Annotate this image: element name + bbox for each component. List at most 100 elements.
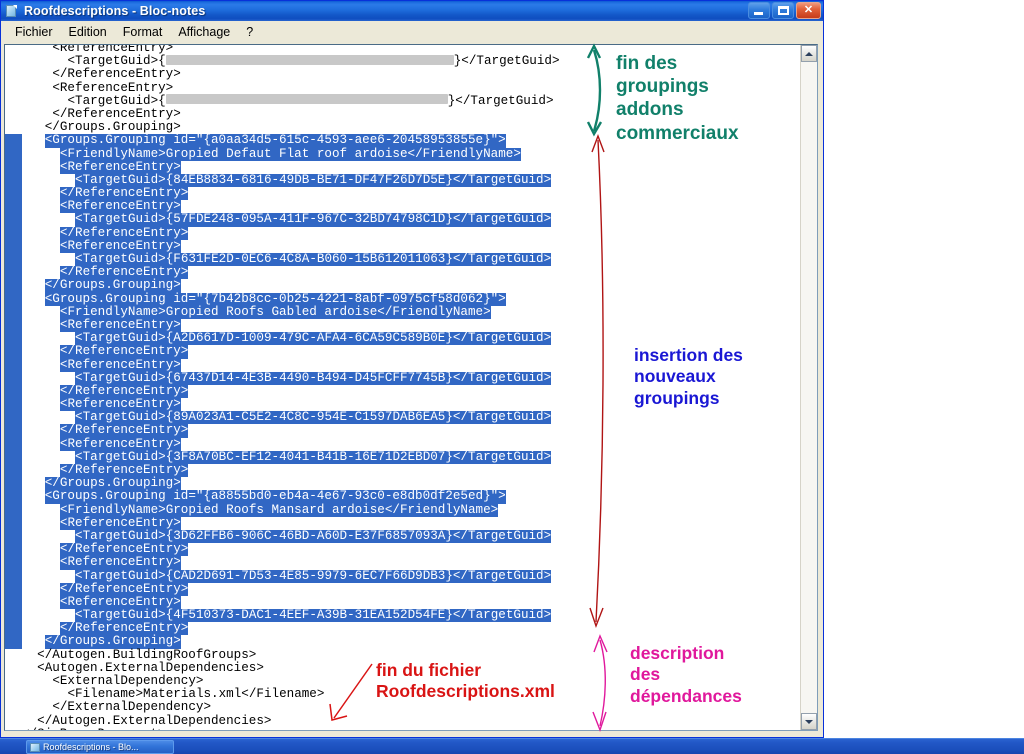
code-text: <Filename>Materials.xml</Filename> <box>67 687 325 702</box>
selection-gutter <box>5 239 22 253</box>
code-text: </ReferenceEntry> <box>52 106 181 121</box>
window-title: Roofdescriptions - Bloc-notes <box>24 4 206 18</box>
selection-gutter <box>5 556 22 570</box>
code-text: </ReferenceEntry> <box>59 225 189 240</box>
selection-gutter <box>5 595 22 610</box>
code-text: }</TargetGuid> <box>453 54 560 69</box>
scroll-up-button[interactable] <box>801 45 817 62</box>
xml-content: <ReferenceEntry> <TargetGuid>{}</TargetGu… <box>5 45 800 730</box>
selection-gutter <box>5 529 22 544</box>
selection-gutter <box>5 160 22 174</box>
selection-gutter <box>5 384 22 399</box>
selection-gutter <box>5 292 22 306</box>
maximize-button[interactable] <box>772 2 794 19</box>
selection-gutter <box>5 173 22 188</box>
code-line: <Groups.Grouping id="{a0aa34d5-615c-4593… <box>5 133 800 148</box>
code-text: <ReferenceEntry> <box>59 159 181 174</box>
selection-gutter <box>5 358 22 372</box>
code-text: <ReferenceEntry> <box>52 80 174 95</box>
selection-gutter <box>5 609 22 623</box>
notepad-document-icon <box>30 742 40 752</box>
selection-gutter <box>5 635 22 649</box>
code-text: <ExternalDependency> <box>52 674 204 688</box>
scrollbar-track[interactable] <box>801 62 817 713</box>
code-text: <FriendlyName>Gropied Defaut Flat roof a… <box>59 146 521 161</box>
selection-gutter <box>5 253 22 267</box>
selection-gutter <box>5 450 22 464</box>
code-text: </Autogen.ExternalDependencies> <box>37 713 272 728</box>
minimize-button[interactable] <box>748 2 770 19</box>
scroll-up-icon <box>805 51 813 56</box>
code-line: </ReferenceEntry> <box>5 423 800 438</box>
code-text: <ReferenceEntry> <box>59 357 181 372</box>
code-line: </ReferenceEntry> <box>5 225 800 240</box>
selection-gutter <box>5 569 22 583</box>
vertical-scrollbar[interactable] <box>800 45 817 730</box>
code-line: <ReferenceEntry> <box>5 159 800 174</box>
editor-client-area: <ReferenceEntry> <TargetGuid>{}</TargetGu… <box>4 44 818 731</box>
code-text: <FriendlyName>Gropied Roofs Gabled ardoi… <box>59 304 491 319</box>
selection-gutter <box>5 477 22 491</box>
code-line: <ReferenceEntry> <box>5 515 800 530</box>
selection-gutter <box>5 305 22 319</box>
taskbar-button-notepad[interactable]: Roofdescriptions - Blo... <box>26 740 174 754</box>
menu-item-format[interactable]: Format <box>115 23 171 41</box>
menu-item-help[interactable]: ? <box>238 23 261 41</box>
menu-item-fichier[interactable]: Fichier <box>7 23 61 41</box>
code-text: <Groups.Grouping id="{a0aa34d5-615c-4593… <box>44 133 506 148</box>
menu-item-edition[interactable]: Edition <box>61 23 115 41</box>
notepad-window: Roofdescriptions - Bloc-notes ✕ Fichier … <box>0 0 824 738</box>
selection-gutter <box>5 464 22 478</box>
selection-gutter <box>5 516 22 530</box>
code-line: <TargetGuid>{CAD2D691-7D53-4E85-9979-6EC… <box>5 569 800 583</box>
selection-gutter <box>5 490 22 504</box>
selection-gutter <box>5 543 22 557</box>
code-text: <TargetGuid>{ <box>67 93 166 108</box>
code-text: }</TargetGuid> <box>447 93 554 108</box>
code-line: <TargetGuid>{67437D14-4E3B-4490-B494-D45… <box>5 370 800 385</box>
selection-gutter <box>5 134 22 148</box>
close-button[interactable]: ✕ <box>796 2 821 19</box>
redacted-guid <box>165 54 454 65</box>
selection-gutter <box>5 332 22 346</box>
code-line: <FriendlyName>Gropied Roofs Gabled ardoi… <box>5 304 800 319</box>
window-titlebar[interactable]: Roofdescriptions - Bloc-notes ✕ <box>1 1 823 21</box>
selection-gutter <box>5 200 22 214</box>
code-text: </ReferenceEntry> <box>59 423 189 438</box>
code-line: <ReferenceEntry> <box>5 357 800 372</box>
code-text: </Groups.Grouping> <box>44 278 181 293</box>
code-line: <FriendlyName>Gropied Defaut Flat roof a… <box>5 146 800 161</box>
selection-gutter <box>5 371 22 385</box>
code-line: </ReferenceEntry> <box>5 344 800 359</box>
code-text: <Autogen.ExternalDependencies> <box>37 660 264 675</box>
selection-gutter <box>5 411 22 425</box>
selection-gutter <box>5 279 22 293</box>
scroll-down-button[interactable] <box>801 713 817 730</box>
selection-gutter <box>5 318 22 333</box>
code-line: </ReferenceEntry> <box>5 582 800 596</box>
redacted-guid <box>165 94 448 105</box>
selection-gutter <box>5 187 22 201</box>
selection-gutter <box>5 437 22 451</box>
selection-gutter <box>5 424 22 438</box>
window-controls: ✕ <box>748 2 821 19</box>
scroll-down-icon <box>805 719 813 724</box>
selection-gutter <box>5 266 22 280</box>
text-editor[interactable]: <ReferenceEntry> <TargetGuid>{}</TargetGu… <box>5 45 800 730</box>
code-text: </ExternalDependency> <box>52 700 212 715</box>
code-text: <TargetGuid>{ <box>67 54 166 69</box>
code-text: </ReferenceEntry> <box>59 344 189 359</box>
code-line: </Groups.Grouping> <box>5 278 800 293</box>
code-line: </SimBase.Document> <box>5 727 800 730</box>
code-text: </ReferenceEntry> <box>52 67 181 82</box>
selection-gutter <box>5 503 22 517</box>
code-line: <ReferenceEntry> <box>5 556 800 570</box>
code-text: </Groups.Grouping> <box>44 120 181 135</box>
code-line: <TargetGuid>{57FDE248-095A-411F-967C-32B… <box>5 213 800 227</box>
taskbar-button-label: Roofdescriptions - Blo... <box>43 742 139 752</box>
menu-item-affichage[interactable]: Affichage <box>170 23 238 41</box>
code-text: <ReferenceEntry> <box>59 515 181 530</box>
selection-gutter <box>5 345 22 359</box>
selection-gutter <box>5 226 22 240</box>
code-text: <TargetGuid>{67437D14-4E3B-4490-B494-D45… <box>75 370 552 385</box>
